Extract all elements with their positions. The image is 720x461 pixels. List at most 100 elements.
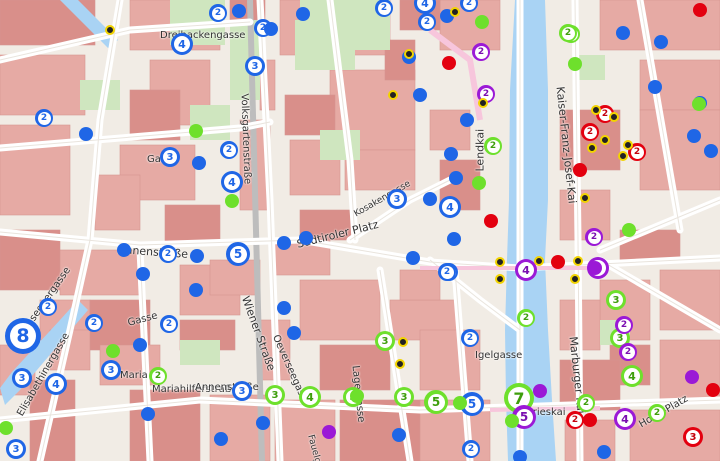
point-marker-green[interactable] — [225, 194, 239, 208]
point-marker-blue[interactable] — [190, 249, 204, 263]
cluster-marker-blue[interactable]: 2 — [462, 440, 480, 458]
point-marker-blue[interactable] — [296, 7, 310, 21]
point-marker-purple[interactable] — [588, 261, 602, 275]
cluster-marker-green[interactable]: 3 — [606, 290, 626, 310]
cluster-marker-green[interactable]: 3 — [375, 331, 395, 351]
point-marker-dark[interactable] — [570, 274, 580, 284]
point-marker-red[interactable] — [484, 214, 498, 228]
cluster-marker-red[interactable]: 2 — [581, 123, 599, 141]
point-marker-blue[interactable] — [597, 445, 611, 459]
point-marker-blue[interactable] — [406, 251, 420, 265]
point-marker-blue[interactable] — [413, 88, 427, 102]
cluster-marker-green[interactable]: 2 — [484, 137, 502, 155]
point-marker-blue[interactable] — [299, 231, 313, 245]
point-marker-blue[interactable] — [444, 147, 458, 161]
point-marker-purple[interactable] — [322, 425, 336, 439]
cluster-marker-green[interactable]: 2 — [577, 394, 595, 412]
point-marker-blue[interactable] — [460, 113, 474, 127]
point-marker-blue[interactable] — [232, 4, 246, 18]
cluster-marker-blue[interactable]: 2 — [85, 314, 103, 332]
cluster-marker-purple[interactable]: 2 — [585, 228, 603, 246]
point-marker-dark[interactable] — [395, 359, 405, 369]
point-marker-dark[interactable] — [609, 112, 619, 122]
point-marker-blue[interactable] — [447, 232, 461, 246]
point-marker-green[interactable] — [622, 223, 636, 237]
point-marker-blue[interactable] — [277, 236, 291, 250]
cluster-marker-blue[interactable]: 4 — [221, 171, 243, 193]
point-marker-green[interactable] — [189, 124, 203, 138]
cluster-marker-blue[interactable]: 3 — [160, 147, 180, 167]
point-marker-dark[interactable] — [478, 98, 488, 108]
point-marker-green[interactable] — [505, 414, 519, 428]
point-marker-dark[interactable] — [450, 7, 460, 17]
point-marker-blue[interactable] — [616, 26, 630, 40]
point-marker-blue[interactable] — [133, 338, 147, 352]
point-marker-green[interactable] — [350, 389, 364, 403]
point-marker-blue[interactable] — [513, 450, 527, 461]
point-marker-purple[interactable] — [533, 384, 547, 398]
point-marker-blue[interactable] — [189, 283, 203, 297]
cluster-marker-blue[interactable]: 2 — [39, 298, 57, 316]
point-marker-red[interactable] — [442, 56, 456, 70]
point-marker-blue[interactable] — [256, 416, 270, 430]
point-marker-blue[interactable] — [192, 156, 206, 170]
point-marker-red[interactable] — [693, 3, 707, 17]
point-marker-blue[interactable] — [264, 22, 278, 36]
point-marker-red[interactable] — [706, 383, 720, 397]
cluster-marker-green[interactable]: 2 — [648, 404, 666, 422]
point-marker-blue[interactable] — [79, 127, 93, 141]
point-marker-blue[interactable] — [654, 35, 668, 49]
cluster-marker-green[interactable]: 4 — [299, 386, 321, 408]
cluster-marker-blue[interactable]: 2 — [418, 13, 436, 31]
cluster-marker-red[interactable]: 3 — [683, 427, 703, 447]
point-marker-dark[interactable] — [587, 143, 597, 153]
cluster-marker-blue[interactable]: 2 — [220, 141, 238, 159]
cluster-marker-green[interactable]: 4 — [621, 365, 643, 387]
cluster-marker-green[interactable]: 2 — [149, 367, 167, 385]
point-marker-red[interactable] — [573, 163, 587, 177]
cluster-marker-blue[interactable]: 2 — [160, 315, 178, 333]
point-marker-red[interactable] — [551, 255, 565, 269]
cluster-marker-blue[interactable]: 2 — [35, 109, 53, 127]
cluster-marker-blue[interactable]: 2 — [209, 4, 227, 22]
point-marker-green[interactable] — [475, 15, 489, 29]
cluster-marker-green[interactable]: 5 — [424, 390, 448, 414]
cluster-marker-blue[interactable]: 3 — [245, 56, 265, 76]
point-marker-blue[interactable] — [704, 144, 718, 158]
point-marker-blue[interactable] — [141, 407, 155, 421]
point-marker-green[interactable] — [568, 57, 582, 71]
point-marker-dark[interactable] — [600, 135, 610, 145]
point-marker-green[interactable] — [453, 396, 467, 410]
cluster-marker-green[interactable]: 2 — [559, 24, 577, 42]
point-marker-blue[interactable] — [117, 243, 131, 257]
point-marker-dark[interactable] — [623, 140, 633, 150]
point-marker-blue[interactable] — [687, 129, 701, 143]
cluster-marker-purple[interactable]: 4 — [614, 408, 636, 430]
cluster-marker-blue[interactable]: 2 — [438, 263, 456, 281]
point-marker-dark[interactable] — [591, 105, 601, 115]
cluster-marker-purple[interactable]: 2 — [615, 316, 633, 334]
point-marker-dark[interactable] — [573, 256, 583, 266]
cluster-marker-purple[interactable]: 2 — [619, 343, 637, 361]
cluster-marker-blue[interactable]: 3 — [387, 189, 407, 209]
point-marker-dark[interactable] — [398, 337, 408, 347]
point-marker-green[interactable] — [106, 344, 120, 358]
point-marker-purple[interactable] — [685, 370, 699, 384]
point-marker-blue[interactable] — [648, 80, 662, 94]
point-marker-blue[interactable] — [214, 432, 228, 446]
cluster-marker-green[interactable]: 3 — [394, 387, 414, 407]
point-marker-blue[interactable] — [392, 428, 406, 442]
point-marker-dark[interactable] — [618, 151, 628, 161]
cluster-marker-green[interactable]: 2 — [517, 309, 535, 327]
cluster-marker-blue[interactable]: 4 — [439, 196, 461, 218]
point-marker-dark[interactable] — [404, 49, 414, 59]
cluster-marker-blue[interactable]: 5 — [226, 242, 250, 266]
point-marker-green[interactable] — [692, 97, 706, 111]
point-marker-blue[interactable] — [277, 301, 291, 315]
cluster-marker-blue[interactable]: 2 — [461, 329, 479, 347]
cluster-marker-blue[interactable]: 3 — [101, 360, 121, 380]
point-marker-dark[interactable] — [495, 257, 505, 267]
point-marker-dark[interactable] — [105, 25, 115, 35]
point-marker-dark[interactable] — [388, 90, 398, 100]
cluster-marker-blue[interactable]: 4 — [45, 373, 67, 395]
